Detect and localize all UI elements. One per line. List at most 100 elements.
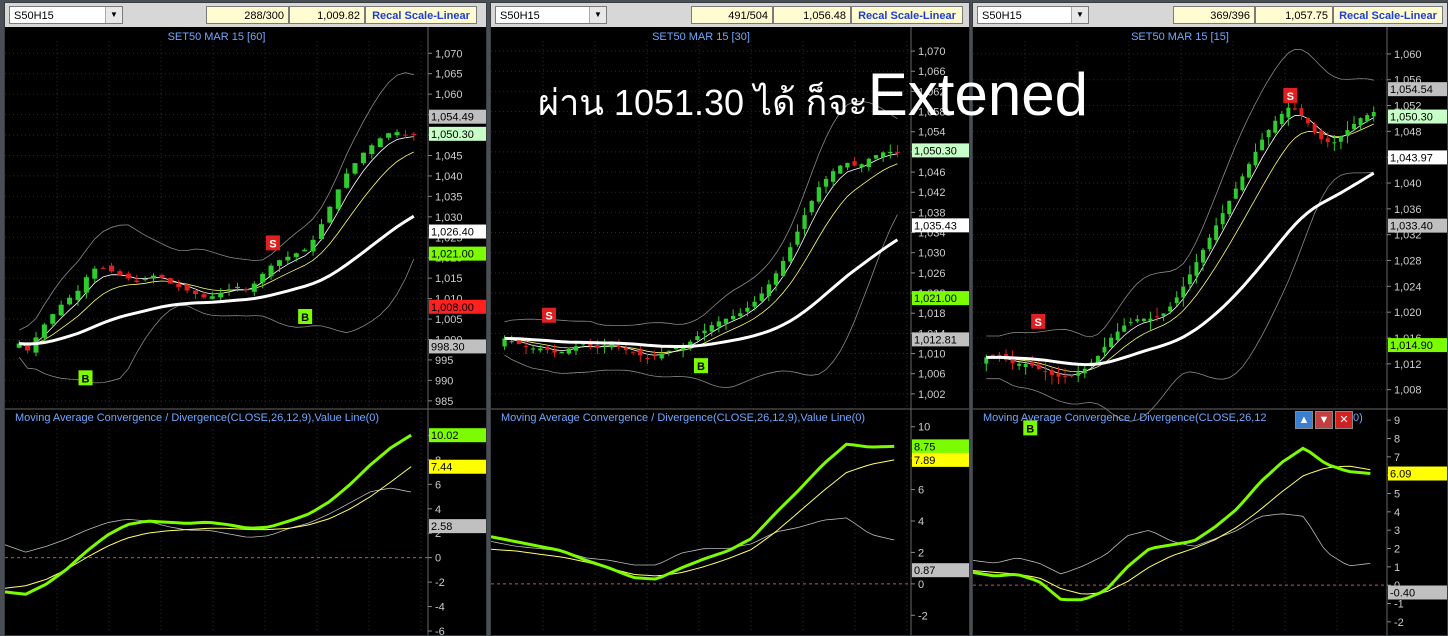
candle-body [1233, 188, 1238, 199]
symbol-value: S50H15 [14, 10, 54, 22]
recal-scale-button[interactable]: Recal Scale-Linear [851, 6, 963, 24]
candle-body [595, 344, 600, 349]
recal-scale-button[interactable]: Recal Scale-Linear [365, 6, 477, 24]
candle-body [802, 215, 807, 229]
moving-average-line [986, 171, 1375, 367]
bar-count: 491/504 [691, 6, 773, 24]
candle-body [1352, 123, 1356, 130]
macd-histogram-line [491, 517, 895, 566]
price-tick-label: 1,048 [1394, 126, 1422, 138]
candle-body [1161, 313, 1166, 317]
macd-tick-label: 7 [1394, 452, 1400, 464]
move-up-icon[interactable]: ▲ [1295, 411, 1313, 429]
move-down-icon[interactable]: ▼ [1315, 411, 1333, 429]
symbol-select[interactable]: S50H15 ▼ [977, 6, 1089, 24]
candle-body [1273, 120, 1278, 133]
symbol-select[interactable]: S50H15 ▼ [9, 6, 123, 24]
macd-tick-label: 2 [1394, 544, 1400, 556]
candle-body [411, 133, 417, 136]
candle-body [1299, 108, 1304, 116]
candle-body [545, 346, 550, 350]
candle-body [1371, 112, 1376, 117]
candle-body [1220, 213, 1225, 225]
signal-label: S [1034, 317, 1041, 329]
candle-body [369, 145, 375, 155]
candle-body [738, 313, 743, 317]
candle-body [344, 173, 350, 188]
candle-body [234, 286, 241, 289]
candle-body [41, 324, 47, 338]
candle-body [1207, 237, 1212, 250]
candle-body [251, 283, 257, 292]
price-tick-label: 1,042 [918, 187, 946, 199]
recal-scale-button[interactable]: Recal Scale-Linear [1333, 6, 1443, 24]
chart-title: SET50 MAR 15 [60] [168, 31, 266, 43]
panel-toolbar: S50H15 ▼ 369/396 1,057.75 Recal Scale-Lin… [973, 3, 1447, 27]
price-tick-label: 1,005 [435, 314, 463, 326]
signal-label: S [545, 311, 552, 323]
price-tick-label: 1,040 [435, 171, 463, 183]
candle-body [117, 271, 123, 275]
price-tick-label: 1,060 [1394, 49, 1422, 61]
price-tick-label: 1,030 [435, 212, 463, 224]
annotation-text: ผ่าน 1051.30 ได้ ก็จะExtened [538, 60, 1088, 131]
symbol-value: S50H15 [982, 10, 1022, 22]
candle-body [816, 187, 821, 202]
price-badge-label: 1,050.30 [914, 145, 957, 157]
candle-body [709, 325, 714, 332]
candle-body [25, 344, 31, 351]
candle-body [509, 341, 514, 343]
price-tick-label: 1,008 [1394, 385, 1422, 397]
macd-badge-label: 8.75 [914, 441, 935, 453]
macd-badge-label: 10.02 [431, 430, 459, 442]
candle-body [75, 290, 81, 300]
candle-body [142, 279, 148, 281]
candle-body [276, 260, 282, 266]
candle-body [1338, 136, 1343, 142]
candle-body [1319, 130, 1324, 140]
close-icon[interactable]: ✕ [1335, 411, 1353, 429]
price-tick-label: 1,020 [1394, 307, 1422, 319]
candle-body [1010, 359, 1015, 364]
candle-body [523, 345, 529, 347]
candle-body [616, 346, 621, 348]
candle-body [285, 256, 291, 261]
candle-body [659, 353, 664, 359]
candle-body [1365, 115, 1370, 122]
candle-body [1102, 346, 1107, 353]
price-badge-label: 1,033.40 [1390, 221, 1433, 233]
macd-line [491, 442, 895, 581]
candle-body [360, 152, 366, 164]
price-tick-label: 1,036 [1394, 204, 1422, 216]
candle-body [873, 155, 879, 159]
candle-body [1246, 164, 1251, 178]
candle-body [795, 231, 800, 245]
price-tick-label: 1,038 [918, 207, 946, 219]
signal-label: S [1287, 91, 1294, 103]
macd-tick-label: -2 [918, 610, 928, 622]
chart-canvas[interactable]: 1,0701,0651,0601,0551,0501,0451,0401,035… [5, 27, 486, 635]
price-tick-label: 1,060 [435, 89, 463, 101]
candle-body [1155, 316, 1159, 318]
chevron-down-icon[interactable]: ▼ [105, 7, 122, 23]
candle-body [100, 267, 106, 269]
candle-body [631, 351, 636, 353]
macd-badge-label: 7.89 [914, 455, 935, 467]
candle-body [666, 350, 671, 352]
macd-signal-line [973, 465, 1371, 595]
macd-tick-label: -4 [435, 602, 445, 614]
chevron-down-icon[interactable]: ▼ [589, 7, 606, 23]
bollinger-lower [986, 171, 1374, 422]
candle-body [293, 253, 299, 257]
candle-body [1043, 371, 1048, 373]
price-badge-label: 998.30 [431, 341, 465, 353]
candle-body [538, 348, 543, 351]
candle-body [386, 133, 392, 138]
chevron-down-icon[interactable]: ▼ [1071, 7, 1088, 23]
candle-body [888, 151, 893, 154]
candle-body [1082, 368, 1087, 374]
symbol-select[interactable]: S50H15 ▼ [495, 6, 607, 24]
moving-average-line [19, 214, 415, 346]
candle-body [1115, 331, 1120, 341]
macd-tick-label: 3 [1394, 525, 1400, 537]
